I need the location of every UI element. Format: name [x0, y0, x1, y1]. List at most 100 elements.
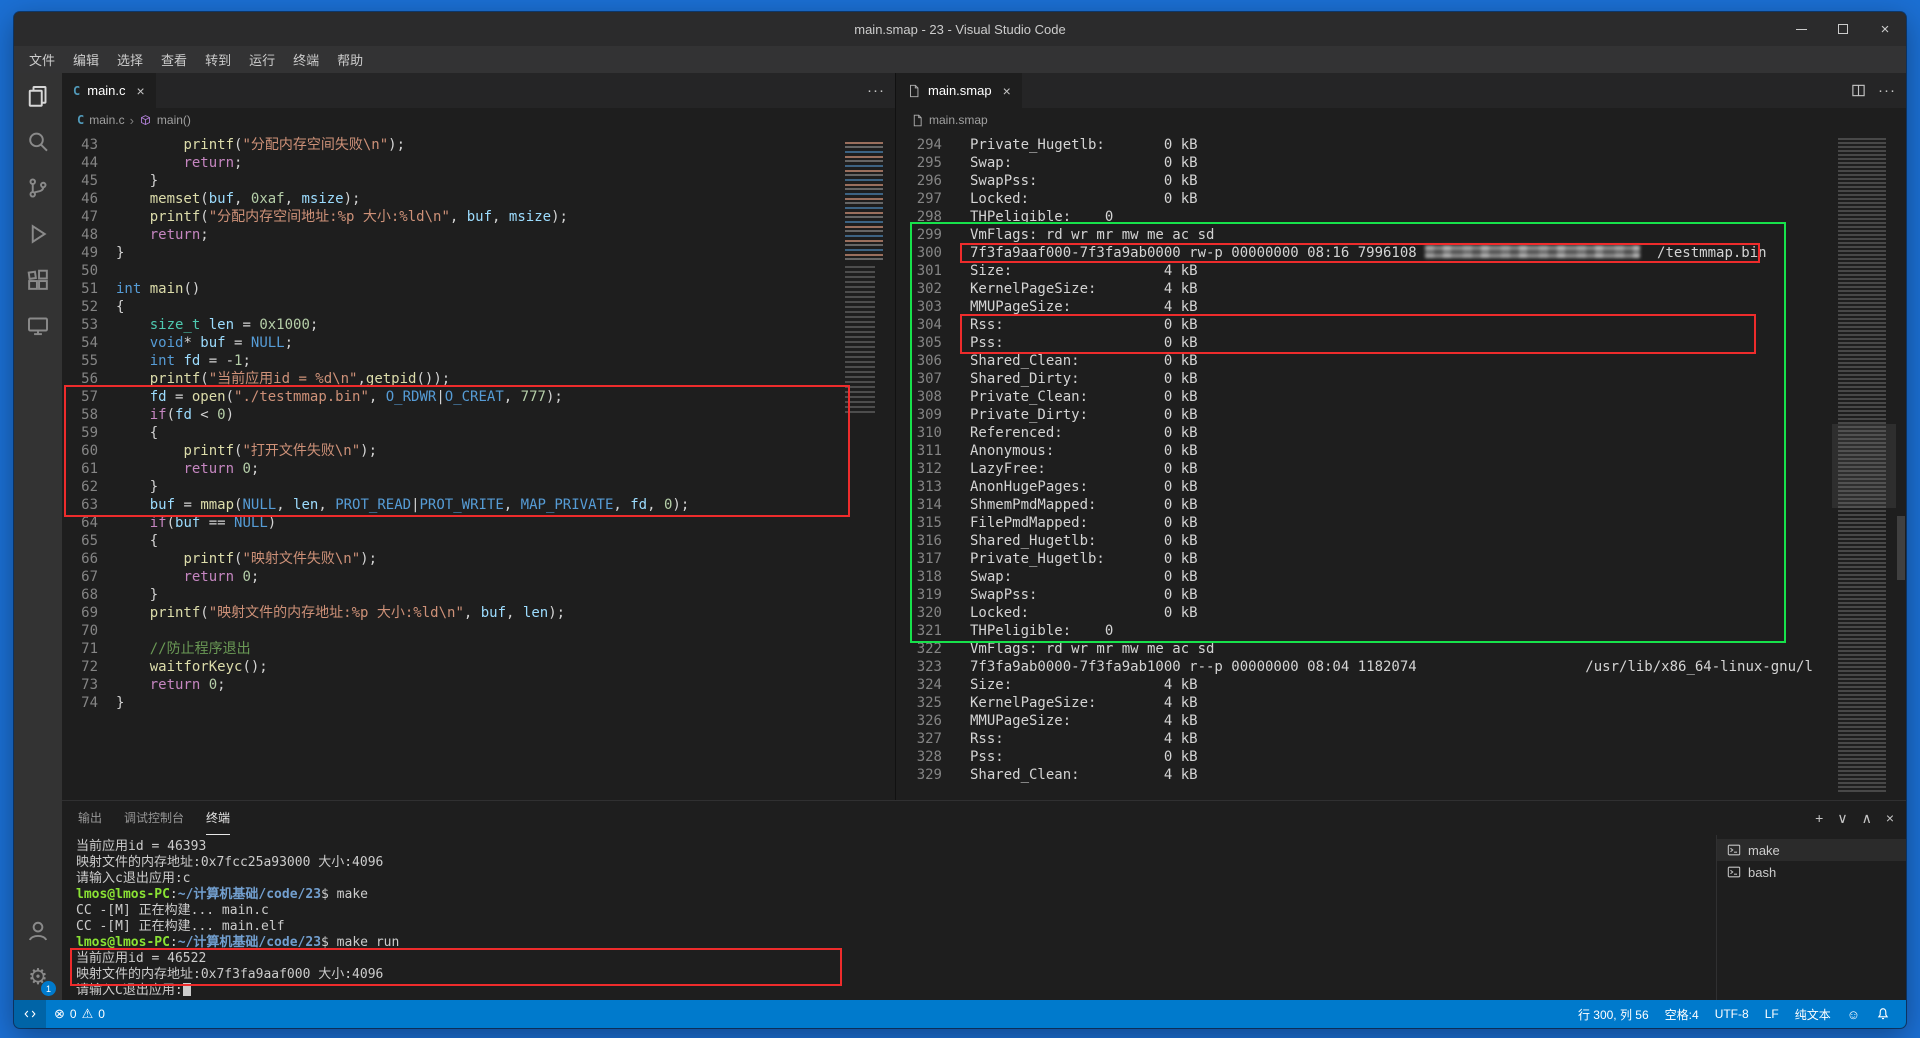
- line-number[interactable]: 65: [62, 532, 98, 550]
- code-line[interactable]: KernelPageSize: 4 kB: [970, 280, 1832, 298]
- minimap-slider[interactable]: [1832, 424, 1896, 508]
- line-number[interactable]: 310: [896, 424, 942, 442]
- line-number[interactable]: 321: [896, 622, 942, 640]
- code-line[interactable]: fd = open("./testmmap.bin", O_RDWR|O_CRE…: [116, 388, 839, 406]
- tab-close-icon[interactable]: ×: [1003, 83, 1011, 99]
- chevron-down-icon[interactable]: ∨: [1837, 810, 1847, 827]
- line-number[interactable]: 46: [62, 190, 98, 208]
- code-line[interactable]: buf = mmap(NULL, len, PROT_READ|PROT_WRI…: [116, 496, 839, 514]
- line-number[interactable]: 61: [62, 460, 98, 478]
- code-line[interactable]: Swap: 0 kB: [970, 154, 1832, 172]
- line-number[interactable]: 318: [896, 568, 942, 586]
- breadcrumb-file[interactable]: main.c: [89, 113, 124, 127]
- code-line[interactable]: }: [116, 244, 839, 262]
- activity-account[interactable]: [14, 908, 62, 954]
- code-line[interactable]: 7f3fa9aaf000-7f3fa9ab0000 rw-p 00000000 …: [970, 244, 1832, 262]
- gutter[interactable]: 4344454647484950515253545556575859606162…: [62, 132, 108, 800]
- code-line[interactable]: THPeligible: 0: [970, 208, 1832, 226]
- line-number[interactable]: 50: [62, 262, 98, 280]
- line-number[interactable]: 312: [896, 460, 942, 478]
- line-number[interactable]: 307: [896, 370, 942, 388]
- code-line[interactable]: return 0;: [116, 568, 839, 586]
- tab-main-c[interactable]: C main.c ×: [62, 73, 157, 108]
- code-line[interactable]: }: [116, 586, 839, 604]
- code-line[interactable]: THPeligible: 0: [970, 622, 1832, 640]
- code-line[interactable]: Private_Dirty: 0 kB: [970, 406, 1832, 424]
- code-line[interactable]: [116, 622, 839, 640]
- line-number[interactable]: 323: [896, 658, 942, 676]
- line-number[interactable]: 302: [896, 280, 942, 298]
- code-line[interactable]: AnonHugePages: 0 kB: [970, 478, 1832, 496]
- code-line[interactable]: memset(buf, 0xaf, msize);: [116, 190, 839, 208]
- code-line[interactable]: {: [116, 424, 839, 442]
- line-number[interactable]: 313: [896, 478, 942, 496]
- code-line[interactable]: if(fd < 0): [116, 406, 839, 424]
- line-number[interactable]: 71: [62, 640, 98, 658]
- code-line[interactable]: int main(): [116, 280, 839, 298]
- line-number[interactable]: 294: [896, 136, 942, 154]
- code-line[interactable]: size_t len = 0x1000;: [116, 316, 839, 334]
- line-number[interactable]: 325: [896, 694, 942, 712]
- vertical-scrollbar[interactable]: [1896, 132, 1906, 800]
- maximize-button[interactable]: [1822, 12, 1864, 46]
- cursor-position[interactable]: 行 300, 列 56: [1570, 1000, 1657, 1028]
- code-line[interactable]: Referenced: 0 kB: [970, 424, 1832, 442]
- line-number[interactable]: 74: [62, 694, 98, 712]
- line-number[interactable]: 306: [896, 352, 942, 370]
- activity-explorer[interactable]: [14, 73, 62, 119]
- line-number[interactable]: 49: [62, 244, 98, 262]
- terminal-item-make[interactable]: make: [1717, 839, 1906, 861]
- code-line[interactable]: Rss: 4 kB: [970, 730, 1832, 748]
- line-number[interactable]: 67: [62, 568, 98, 586]
- line-number[interactable]: 58: [62, 406, 98, 424]
- code-line[interactable]: printf("当前应用id = %d\n",getpid());: [116, 370, 839, 388]
- line-number[interactable]: 308: [896, 388, 942, 406]
- code-line[interactable]: Anonymous: 0 kB: [970, 442, 1832, 460]
- code-line[interactable]: return 0;: [116, 676, 839, 694]
- code-line[interactable]: LazyFree: 0 kB: [970, 460, 1832, 478]
- line-number[interactable]: 59: [62, 424, 98, 442]
- line-number[interactable]: 314: [896, 496, 942, 514]
- line-number[interactable]: 72: [62, 658, 98, 676]
- indentation-setting[interactable]: 空格:4: [1657, 1000, 1707, 1028]
- more-actions-icon[interactable]: ···: [867, 82, 885, 99]
- line-number[interactable]: 56: [62, 370, 98, 388]
- minimap[interactable]: [839, 132, 895, 800]
- code-line[interactable]: MMUPageSize: 4 kB: [970, 712, 1832, 730]
- eol-setting[interactable]: LF: [1757, 1000, 1787, 1028]
- line-number[interactable]: 70: [62, 622, 98, 640]
- split-editor-icon[interactable]: [1851, 83, 1866, 98]
- line-number[interactable]: 73: [62, 676, 98, 694]
- line-number[interactable]: 319: [896, 586, 942, 604]
- menu-item-view[interactable]: 查看: [152, 46, 196, 73]
- tab-close-icon[interactable]: ×: [137, 83, 145, 99]
- code-line[interactable]: Private_Hugetlb: 0 kB: [970, 136, 1832, 154]
- code-line[interactable]: printf("分配内存空间失败\n");: [116, 136, 839, 154]
- code-line[interactable]: printf("分配内存空间地址:%p 大小:%ld\n", buf, msiz…: [116, 208, 839, 226]
- code-line[interactable]: return;: [116, 226, 839, 244]
- panel-tab-terminal[interactable]: 终端: [206, 801, 230, 835]
- line-number[interactable]: 57: [62, 388, 98, 406]
- line-number[interactable]: 63: [62, 496, 98, 514]
- code-line[interactable]: Rss: 0 kB: [970, 316, 1832, 334]
- line-number[interactable]: 303: [896, 298, 942, 316]
- line-number[interactable]: 47: [62, 208, 98, 226]
- line-number[interactable]: 55: [62, 352, 98, 370]
- code-line[interactable]: }: [116, 172, 839, 190]
- code-line[interactable]: printf("打开文件失败\n");: [116, 442, 839, 460]
- terminal-item-bash[interactable]: bash: [1717, 861, 1906, 883]
- line-number[interactable]: 305: [896, 334, 942, 352]
- code-line[interactable]: MMUPageSize: 4 kB: [970, 298, 1832, 316]
- line-number[interactable]: 329: [896, 766, 942, 784]
- terminal-output[interactable]: 当前应用id = 46393映射文件的内存地址:0x7fcc25a93000 大…: [62, 835, 1716, 1000]
- activity-settings[interactable]: ⚙ 1: [14, 954, 62, 1000]
- line-number[interactable]: 51: [62, 280, 98, 298]
- code-line[interactable]: VmFlags: rd wr mr mw me ac sd: [970, 640, 1832, 658]
- line-number[interactable]: 326: [896, 712, 942, 730]
- line-number[interactable]: 328: [896, 748, 942, 766]
- code-line[interactable]: if(buf == NULL): [116, 514, 839, 532]
- menu-item-file[interactable]: 文件: [20, 46, 64, 73]
- line-number[interactable]: 53: [62, 316, 98, 334]
- breadcrumb-file[interactable]: main.smap: [929, 113, 988, 127]
- code-line[interactable]: Shared_Clean: 0 kB: [970, 352, 1832, 370]
